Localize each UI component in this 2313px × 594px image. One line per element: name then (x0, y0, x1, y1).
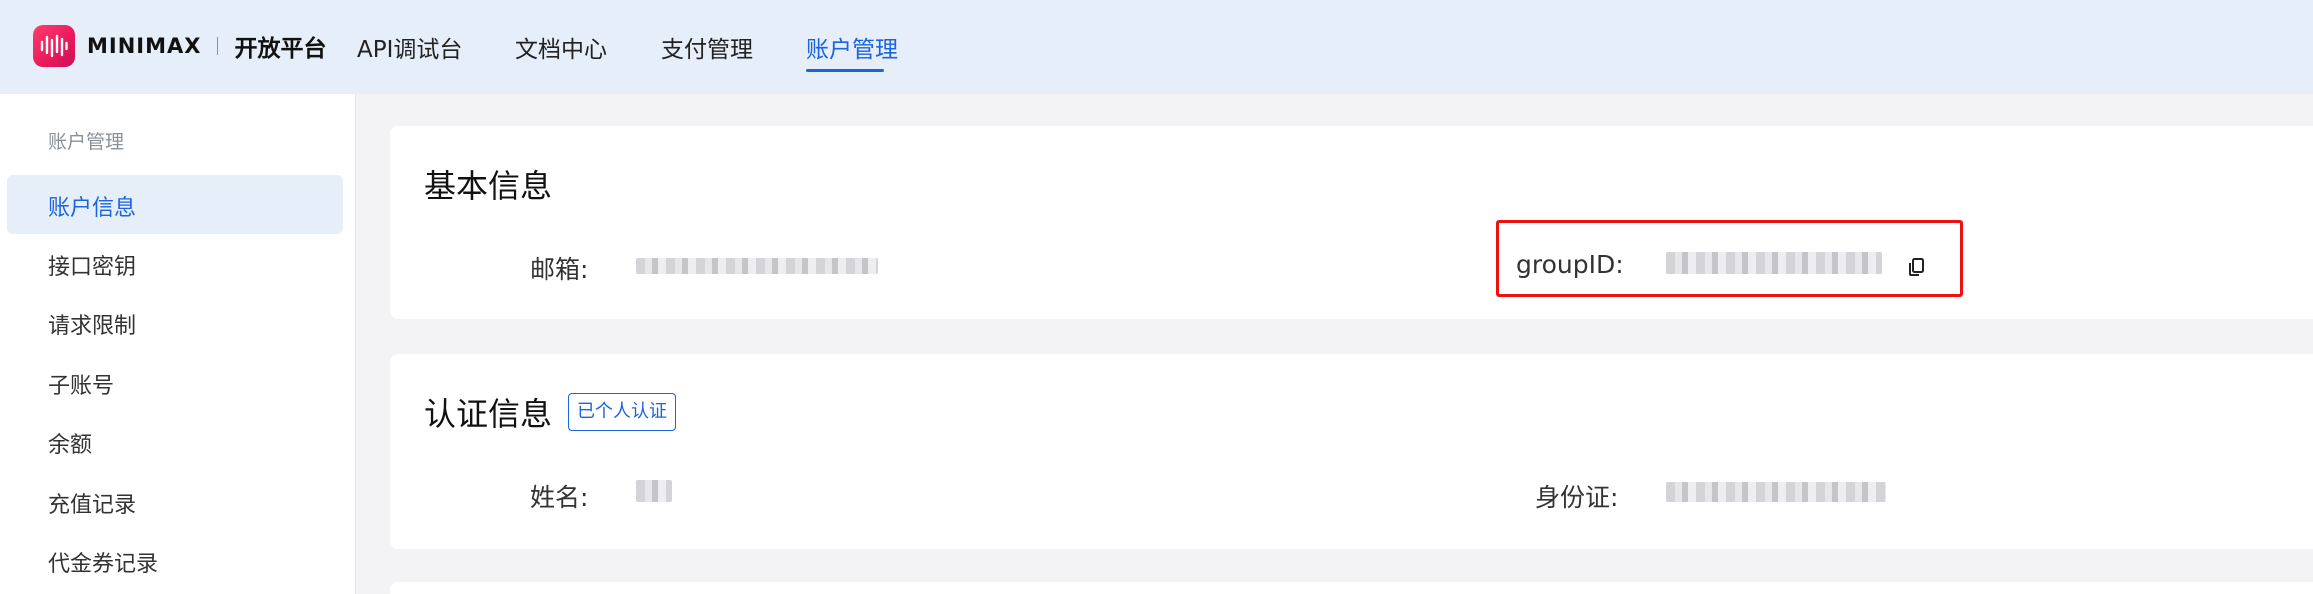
next-section-card (390, 582, 2313, 594)
nav-active-indicator (806, 69, 884, 72)
sidebar: 账户管理 账户信息 接口密钥 请求限制 子账号 余额 充值记录 代金券记录 (0, 94, 356, 594)
verification-card: 认证信息 已个人认证 姓名: 身份证: (390, 354, 2313, 549)
sidebar-item-recharge-records[interactable]: 充值记录 (48, 487, 136, 519)
nav-item-payment[interactable]: 支付管理 (661, 30, 753, 64)
highlight-annotation (1496, 220, 1963, 297)
name-value-redacted (636, 480, 672, 502)
brand-name: MINIMAX (87, 34, 202, 58)
minimax-logo-icon (33, 25, 75, 67)
name-label: 姓名: (530, 483, 589, 512)
basic-info-title: 基本信息 (424, 167, 553, 205)
verified-badge: 已个人认证 (568, 393, 676, 431)
basic-info-card: 基本信息 邮箱: groupID: (390, 126, 2313, 319)
sidebar-item-rate-limits[interactable]: 请求限制 (48, 308, 136, 340)
nav-item-docs[interactable]: 文档中心 (515, 30, 607, 64)
brand-divider (217, 37, 219, 55)
verification-title: 认证信息 (424, 395, 553, 433)
sidebar-item-api-keys[interactable]: 接口密钥 (48, 249, 136, 281)
sidebar-item-sub-accounts[interactable]: 子账号 (48, 368, 114, 400)
platform-name: 开放平台 (234, 36, 327, 62)
sidebar-item-balance[interactable]: 余额 (48, 427, 92, 459)
nav-item-account[interactable]: 账户管理 (806, 30, 898, 64)
email-label: 邮箱: (530, 255, 589, 284)
nav-item-api-console[interactable]: API调试台 (357, 30, 462, 64)
top-navigation-bar: MINIMAX 开放平台 API调试台 文档中心 支付管理 账户管理 (0, 0, 2313, 94)
email-value-redacted (636, 258, 878, 274)
id-card-label: 身份证: (1535, 483, 1619, 512)
id-card-value-redacted (1666, 482, 1886, 502)
brand[interactable]: MINIMAX 开放平台 (33, 24, 326, 68)
sidebar-item-account-info[interactable]: 账户信息 (48, 190, 136, 222)
sidebar-group-title: 账户管理 (48, 131, 125, 153)
sidebar-item-voucher-records[interactable]: 代金券记录 (48, 546, 158, 578)
